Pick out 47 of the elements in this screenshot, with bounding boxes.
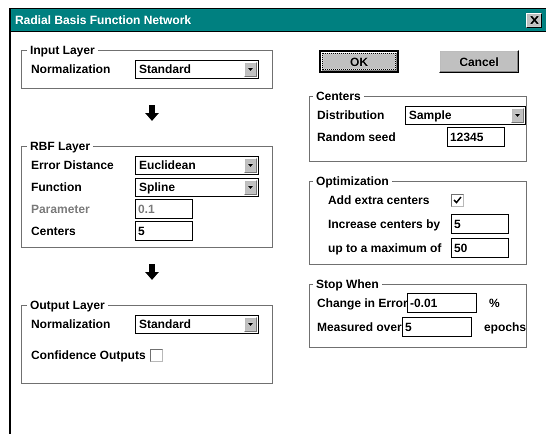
group-title: Input Layer [29, 43, 96, 57]
checkbox[interactable] [150, 348, 163, 362]
dropdown-arrow-icon [248, 322, 253, 326]
field-label: Measured over [317, 320, 402, 334]
dropdown[interactable]: Standard [135, 314, 259, 334]
group-title: RBF Layer [29, 139, 92, 153]
window-title: Radial Basis Function Network [15, 13, 192, 27]
dropdown[interactable]: Euclidean [135, 156, 259, 174]
field-label: Increase centers by [328, 217, 442, 231]
dropdown-arrow-icon [248, 68, 253, 70]
unit-label: % [489, 296, 500, 310]
field-label: up to a maximum of [328, 241, 442, 255]
unit-label: epochs [484, 320, 526, 334]
dropdown-arrow-icon [515, 114, 520, 116]
dropdown-arrow-icon [248, 164, 253, 166]
close-icon [530, 16, 538, 24]
input-field[interactable]: 5 [402, 317, 472, 337]
field-label: Confidence Outputs [31, 348, 146, 362]
field-label: Centers [31, 224, 77, 238]
input-field[interactable]: 12345 [447, 127, 505, 147]
input-field[interactable]: -0.01 [407, 293, 477, 313]
field-label: Function [31, 180, 83, 194]
field-label: Random seed [317, 130, 397, 144]
dropdown[interactable]: Standard [135, 60, 259, 78]
dialog-button[interactable]: Cancel [439, 50, 519, 73]
field-label: Add extra centers [328, 193, 430, 207]
down-arrow-icon [145, 264, 159, 280]
field-label: Change in Error [317, 296, 407, 310]
dropdown[interactable]: Sample [404, 106, 526, 124]
dropdown[interactable]: Spline [135, 178, 259, 196]
dropdown-arrow-icon [248, 186, 253, 188]
input-field[interactable]: 50 [451, 238, 509, 258]
field-label: Normalization [31, 62, 112, 76]
input-field[interactable]: 5 [135, 221, 193, 241]
field-label: Error Distance [31, 158, 115, 172]
group-title: Output Layer [29, 298, 106, 312]
input-field[interactable]: 5 [451, 214, 509, 234]
group-title: Centers [315, 89, 362, 103]
group-title: Stop When [315, 277, 380, 291]
group-title: Optimization [315, 174, 390, 188]
checkbox[interactable] [451, 194, 464, 206]
field-label: Normalization [31, 317, 112, 331]
field-label: Distribution [317, 108, 386, 122]
close-button[interactable] [526, 12, 542, 28]
field-label: Parameter [31, 202, 91, 216]
down-arrow-icon [145, 105, 159, 121]
dialog-button[interactable]: OK [319, 50, 399, 73]
